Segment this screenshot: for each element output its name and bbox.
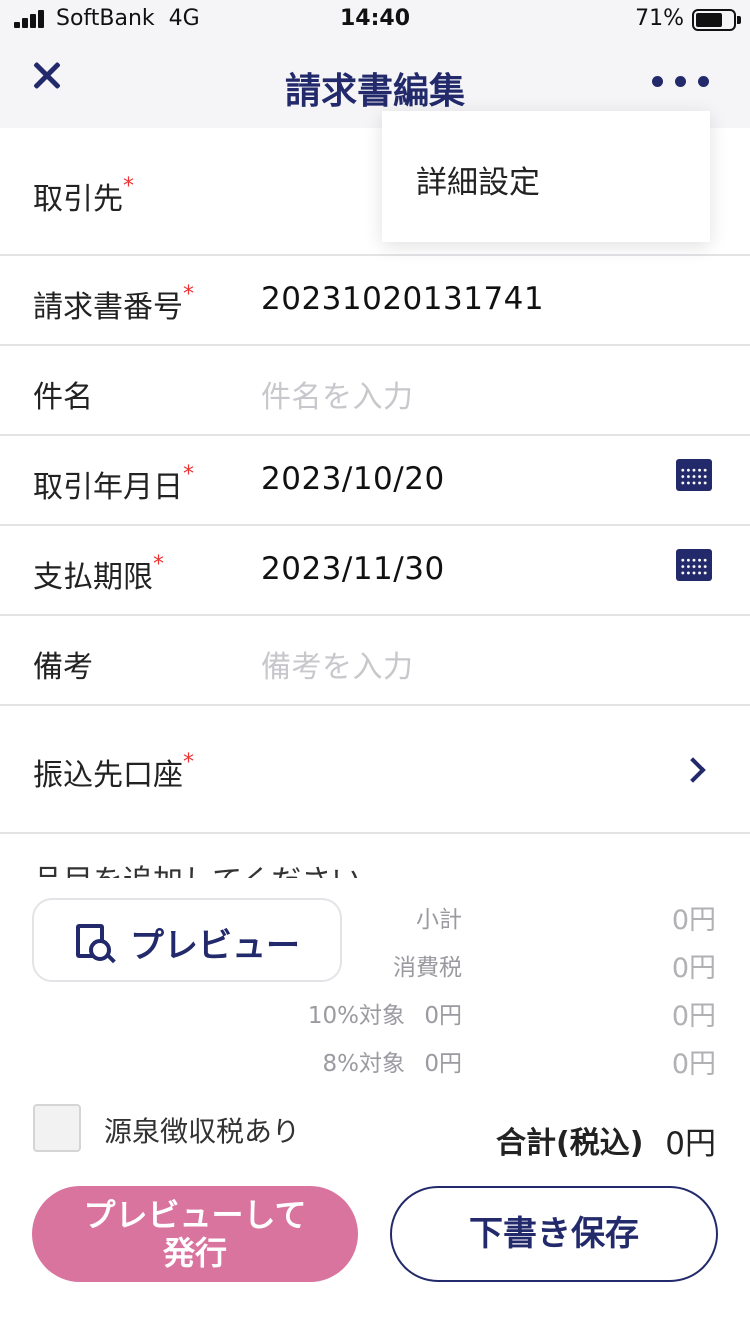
invoice-number-label: 請求書番号* <box>33 282 194 325</box>
due-date-field[interactable]: 2023/11/30 <box>261 551 445 587</box>
withholding-label: 源泉徴収税あり <box>104 1115 301 1148</box>
calendar-icon[interactable] <box>676 459 712 491</box>
due-date-row[interactable]: 支払期限* 2023/11/30 <box>0 526 750 616</box>
total-label: 合計(税込) <box>496 1126 644 1161</box>
save-draft-button[interactable]: 下書き保存 <box>390 1186 718 1282</box>
required-mark: * <box>183 282 194 307</box>
subtotal-label: 小計 <box>416 907 462 933</box>
subject-row[interactable]: 件名 件名を入力 <box>0 346 750 436</box>
total-value: 0円 <box>665 1126 716 1162</box>
more-menu: 詳細設定 <box>382 111 710 242</box>
remarks-row[interactable]: 備考 備考を入力 <box>0 616 750 706</box>
more-icon[interactable] <box>652 74 710 88</box>
required-mark: * <box>183 750 194 775</box>
transaction-date-row[interactable]: 取引年月日* 2023/10/20 <box>0 436 750 526</box>
menu-item-advanced-settings[interactable]: 詳細設定 <box>416 157 540 202</box>
tax8-base: 0円 <box>424 1051 462 1077</box>
withholding-checkbox[interactable] <box>33 1104 81 1152</box>
calendar-icon[interactable] <box>676 549 712 581</box>
transaction-date-field[interactable]: 2023/10/20 <box>261 461 445 497</box>
required-mark: * <box>153 552 164 577</box>
remarks-input[interactable]: 備考を入力 <box>261 642 414 686</box>
page-title: 請求書編集 <box>284 71 465 112</box>
tax-value: 0円 <box>671 953 716 984</box>
remarks-label: 備考 <box>33 650 93 685</box>
status-bar: SoftBank 4G 14:40 71% <box>0 0 750 40</box>
bank-account-label: 振込先口座* <box>33 750 194 793</box>
invoice-number-row[interactable]: 請求書番号* 20231020131741 <box>0 256 750 346</box>
required-mark: * <box>123 174 134 199</box>
document-search-icon <box>76 924 111 961</box>
issue-button-line1: プレビューして <box>83 1196 307 1234</box>
chevron-right-icon[interactable] <box>680 757 706 783</box>
summary-panel: プレビュー 小計 0円 消費税 0円 10%対象 0円 0円 8%対象 0円 0… <box>0 878 750 1334</box>
tax8-value: 0円 <box>671 1049 716 1080</box>
subject-input[interactable]: 件名を入力 <box>261 372 414 416</box>
preview-button[interactable]: プレビュー <box>32 898 342 982</box>
required-mark: * <box>183 462 194 487</box>
preview-and-issue-button[interactable]: プレビューして 発行 <box>32 1186 358 1282</box>
tax8-label: 8%対象 <box>322 1051 406 1077</box>
subtotal-value: 0円 <box>671 905 716 936</box>
invoice-number-field[interactable]: 20231020131741 <box>261 281 544 317</box>
tax10-label: 10%対象 <box>307 1003 405 1029</box>
tax10-base: 0円 <box>424 1003 462 1029</box>
bank-account-row[interactable]: 振込先口座* <box>0 706 750 834</box>
client-label: 取引先* <box>33 174 134 217</box>
preview-button-label: プレビュー <box>130 926 300 966</box>
battery-icon <box>692 9 741 31</box>
transaction-date-label: 取引年月日* <box>33 462 194 505</box>
tax10-value: 0円 <box>671 1001 716 1032</box>
tax-label: 消費税 <box>393 955 462 981</box>
subject-label: 件名 <box>33 380 93 415</box>
issue-button-line2: 発行 <box>162 1234 227 1272</box>
battery-percent: 71% <box>635 6 684 31</box>
due-date-label: 支払期限* <box>33 552 164 595</box>
add-items-hint[interactable]: 品目を追加してください <box>33 862 361 878</box>
